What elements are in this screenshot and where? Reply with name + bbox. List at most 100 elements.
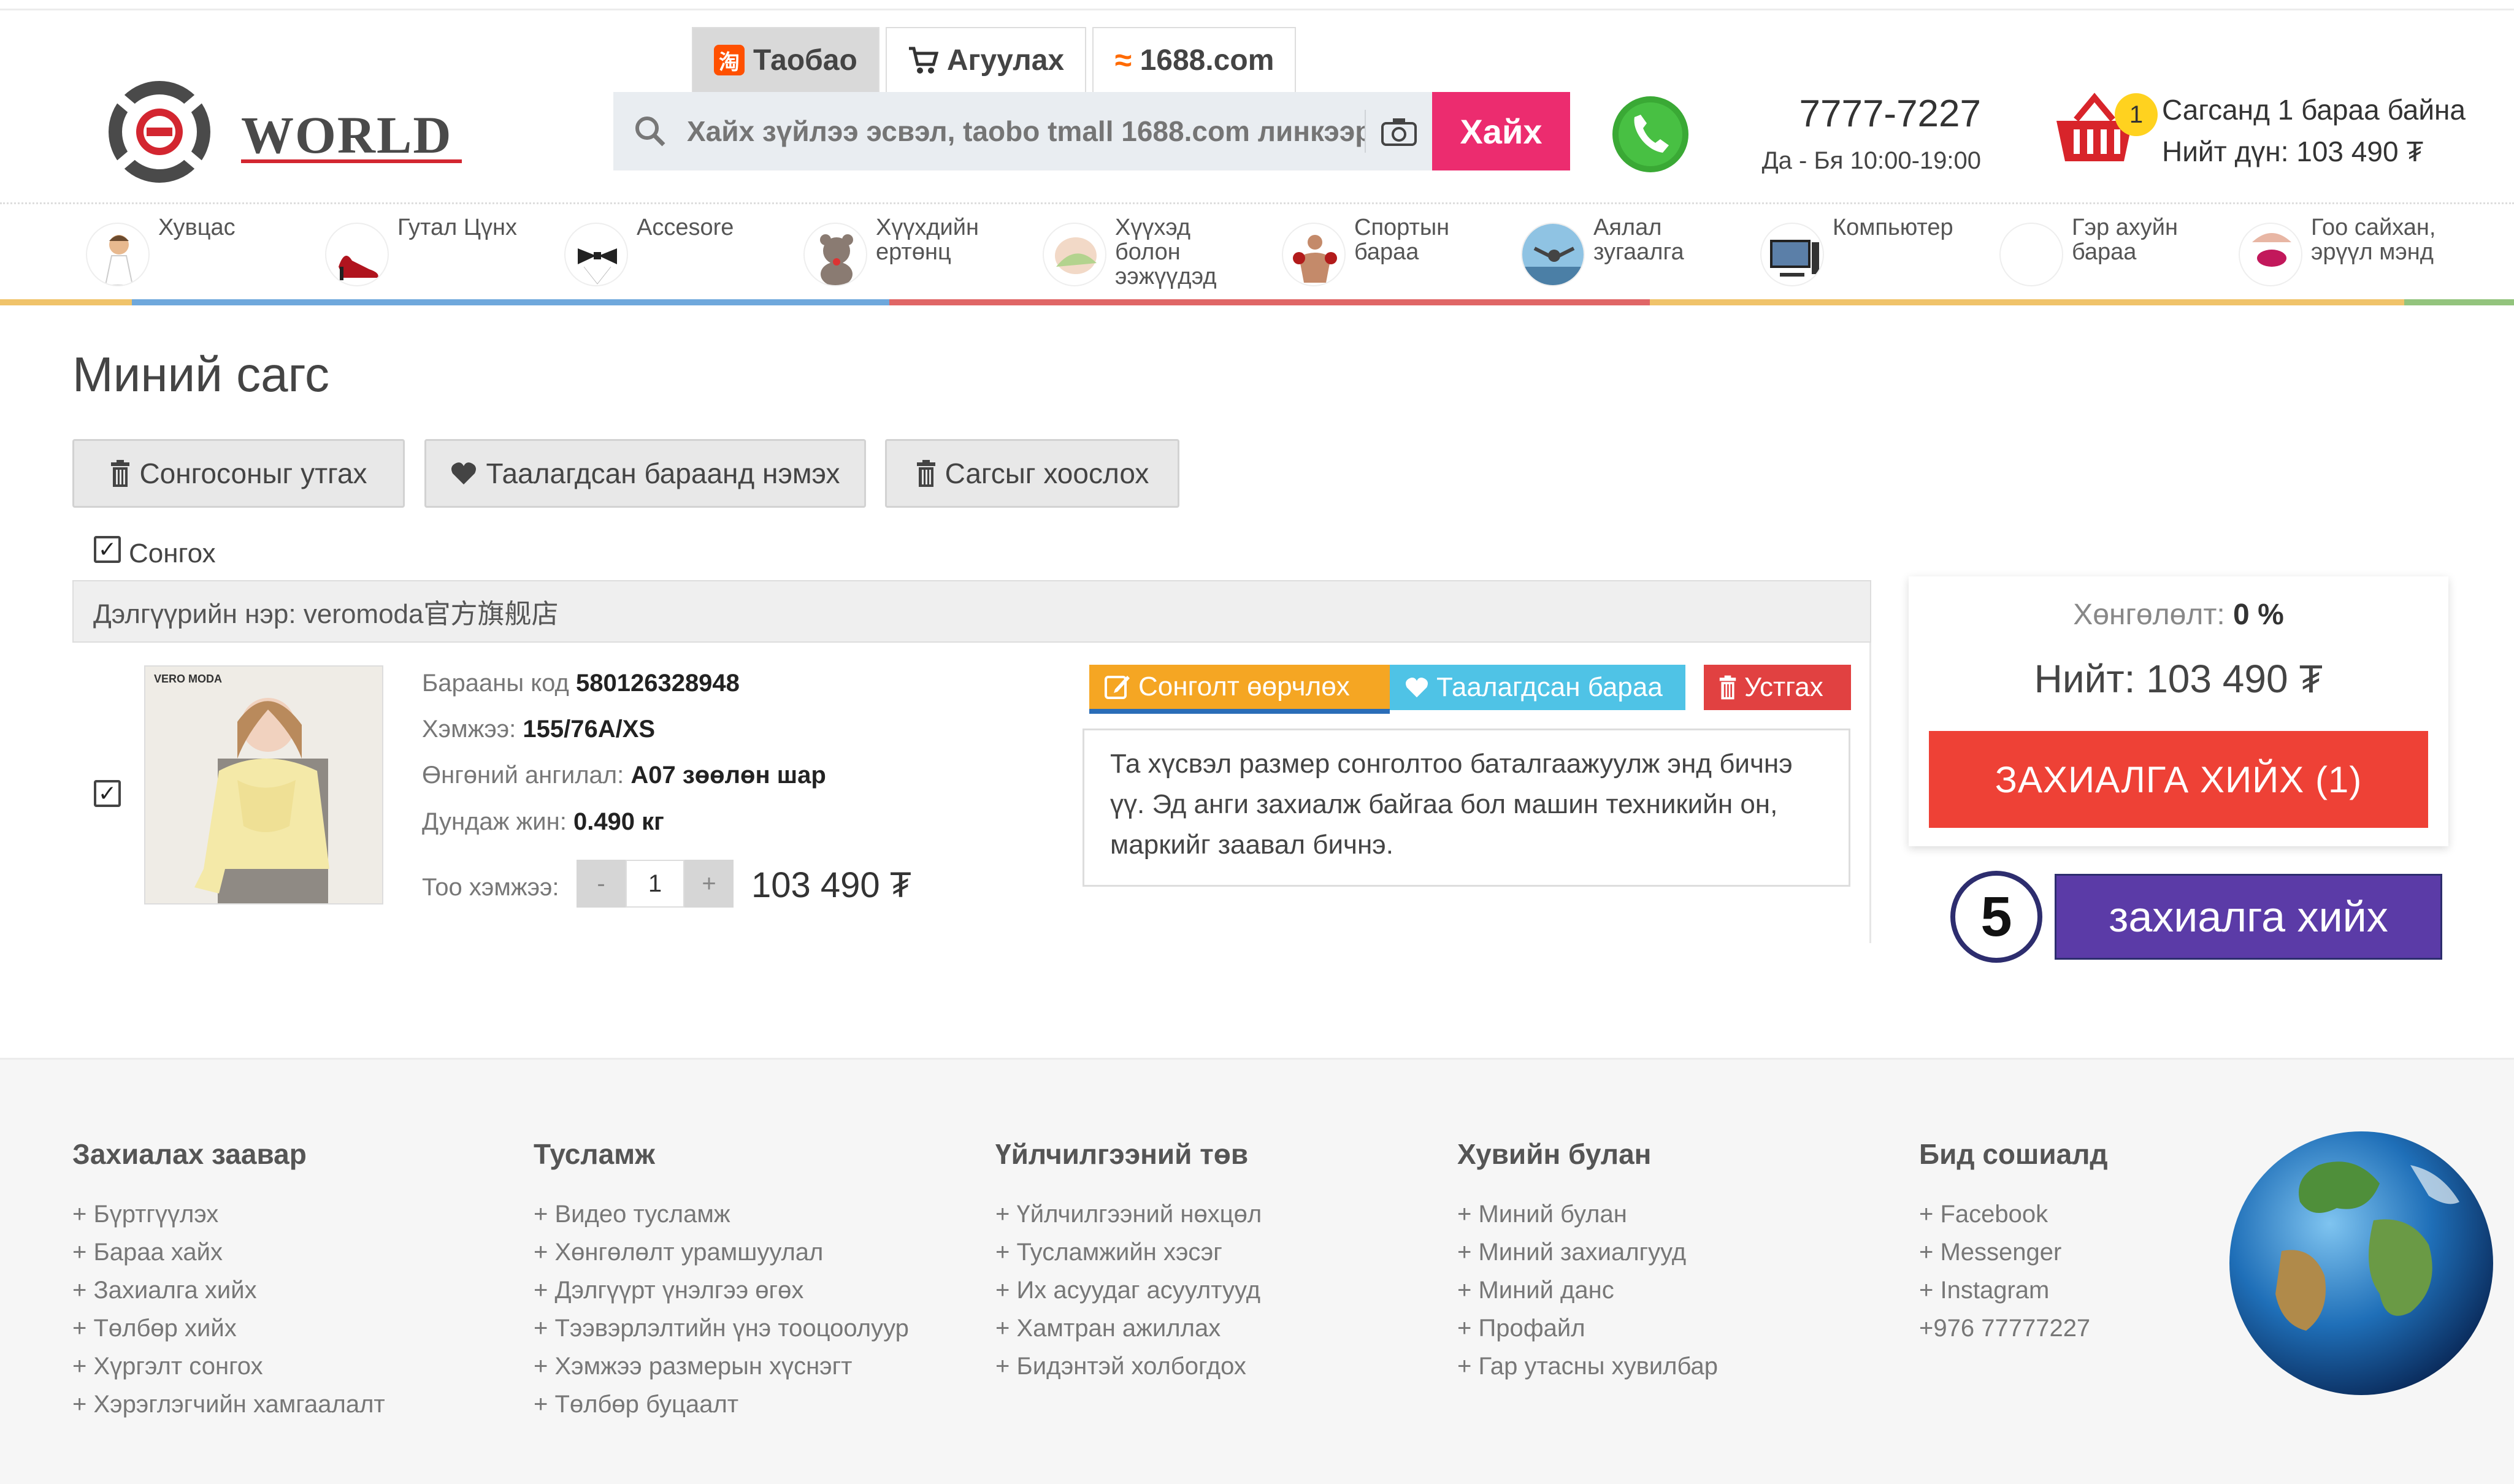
- footer-heading: Захиалах заавар: [72, 1138, 307, 1170]
- footer-link[interactable]: + Хүргэлт сонгох: [72, 1347, 385, 1385]
- category-shoes-bags[interactable]: Гутал Цүнх: [325, 204, 564, 302]
- site-logo[interactable]: WORLD: [95, 80, 469, 184]
- footer-link[interactable]: + Видео тусламж: [534, 1195, 909, 1233]
- footer-link[interactable]: + Бидэнтэй холбогдох: [995, 1347, 1262, 1385]
- place-order-button[interactable]: ЗАХИАЛГА ХИЙХ (1): [1929, 731, 2428, 828]
- category-label: Гоо сайхан, эрүүл мэнд: [2311, 215, 2436, 265]
- add-to-favorites-button[interactable]: Таалагдсан бараанд нэмэх: [424, 439, 866, 508]
- remove-item-button[interactable]: Устгах: [1704, 665, 1851, 710]
- tab-warehouse-label: Агуулах: [946, 44, 1065, 77]
- step-number-badge: 5: [1950, 871, 2042, 963]
- tab-taobao[interactable]: 淘 Таобао: [692, 27, 880, 92]
- footer-column-help: Тусламж + Видео тусламж + Хөнгөлөлт урам…: [534, 1138, 909, 1423]
- favorite-item-button[interactable]: Таалагдсан бараа: [1390, 665, 1685, 710]
- search-input[interactable]: [687, 92, 1365, 170]
- tab-1688-label: 1688.com: [1140, 44, 1274, 77]
- shop-name-header: Дэлгүүрийн нэр: veromoda官方旗舰店: [72, 580, 1871, 643]
- footer-link[interactable]: + Хэрэглэгчийн хамгаалалт: [72, 1385, 385, 1423]
- alibaba-icon: ≈: [1114, 43, 1132, 77]
- product-size: Хэмжээ: 155/76A/XS: [422, 716, 656, 743]
- cart-item-count[interactable]: Сагсанд 1 бараа байна: [2162, 93, 2466, 126]
- page-title: Миний сагс: [72, 347, 330, 402]
- product-brand-label: VERO MODA: [154, 673, 223, 685]
- category-bar: Хувцас Гутал Цүнх Accesore Хүүхдийн ертө…: [0, 202, 2514, 300]
- footer-link[interactable]: + Профайл: [1457, 1309, 1718, 1347]
- quantity-increase-button[interactable]: +: [684, 860, 734, 908]
- cart-count-badge: 1: [2115, 93, 2158, 136]
- footer-heading: Хувийн булан: [1457, 1138, 1652, 1170]
- category-travel[interactable]: Аялал зугаалга: [1521, 204, 1760, 302]
- quantity-stepper: - +: [577, 860, 734, 908]
- footer-column-personal: Хувийн булан + Миний булан + Миний захиа…: [1457, 1138, 1718, 1385]
- delete-selected-button[interactable]: Сонгосоныг утгах: [72, 439, 405, 508]
- footer-heading: Үйлчилгээний төв: [995, 1138, 1249, 1170]
- trash-icon: [1719, 675, 1736, 700]
- product-image[interactable]: VERO MODA: [144, 665, 383, 905]
- category-kids-world[interactable]: Хүүхдийн ертөнц: [803, 204, 1043, 302]
- footer-link[interactable]: + Захиалга хийх: [72, 1271, 385, 1309]
- category-sports[interactable]: Спортын бараа: [1282, 204, 1521, 302]
- category-kids-mothers[interactable]: Хүүхэд болон ээжүүдэд: [1043, 204, 1282, 302]
- select-all-checkbox[interactable]: ✓: [94, 536, 121, 563]
- footer-link[interactable]: + Facebook: [1919, 1195, 2108, 1233]
- footer-link[interactable]: + Их асуудаг асуултууд: [995, 1271, 1262, 1309]
- footer-link[interactable]: + Миний данс: [1457, 1271, 1718, 1309]
- footer-link[interactable]: + Хамтран ажиллах: [995, 1309, 1262, 1347]
- category-accessories[interactable]: Accesore: [564, 204, 803, 302]
- cart-total: Нийт дүн: 103 490 ₮: [2162, 136, 2424, 167]
- category-label: Аялал зугаалга: [1593, 215, 1684, 265]
- footer-link[interactable]: + Миний захиалгууд: [1457, 1233, 1718, 1271]
- edit-options-button[interactable]: Сонголт өөрчлөх: [1089, 665, 1390, 714]
- footer-link[interactable]: + Гар утасны хувилбар: [1457, 1347, 1718, 1385]
- step-instruction-label: захиалга хийх: [2055, 874, 2442, 960]
- product-weight: Дундаж жин: 0.490 кг: [422, 808, 664, 835]
- category-label: Хүүхэд болон ээжүүдэд: [1115, 215, 1217, 289]
- category-label: Хүүхдийн ертөнц: [876, 215, 979, 265]
- quantity-input[interactable]: [626, 860, 684, 908]
- footer-link[interactable]: + Төлбөр буцаалт: [534, 1385, 909, 1423]
- item-note-textarea[interactable]: Та хүсвэл размер сонголтоо баталгаажуулж…: [1083, 729, 1850, 887]
- quantity-label: Тоо хэмжээ:: [422, 874, 559, 901]
- trash-icon: [916, 460, 935, 487]
- footer-link[interactable]: + Тусламжийн хэсэг: [995, 1233, 1262, 1271]
- category-label: Компьютер: [1833, 215, 1953, 240]
- category-household-icon: [1999, 223, 2063, 286]
- quantity-decrease-button[interactable]: -: [577, 860, 626, 908]
- footer-link[interactable]: + Хөнгөлөлт урамшуулал: [534, 1233, 909, 1271]
- footer-link[interactable]: + Бараа хайх: [72, 1233, 385, 1271]
- camera-icon[interactable]: [1365, 110, 1432, 153]
- order-total: Нийт: 103 490 ₮: [2034, 657, 2323, 701]
- footer-link[interactable]: + Тээвэрлэлтийн үнэ тооцоолуур: [534, 1309, 909, 1347]
- category-computer[interactable]: Компьютер: [1760, 204, 1999, 302]
- category-computer-icon: [1760, 223, 1824, 286]
- trash-icon: [111, 460, 130, 487]
- tab-warehouse[interactable]: Агуулах: [885, 27, 1087, 92]
- footer-heading: Тусламж: [534, 1138, 655, 1170]
- category-label: Гутал Цүнх: [397, 215, 517, 240]
- footer-link[interactable]: + Дэлгүүрт үнэлгээ өгөх: [534, 1271, 909, 1309]
- phone-hours: Да - Бя 10:00-19:00: [1761, 147, 1981, 174]
- logo-text: WORLD: [241, 105, 453, 164]
- tab-1688[interactable]: ≈ 1688.com: [1092, 27, 1297, 92]
- footer-link[interactable]: + Instagram: [1919, 1271, 2108, 1309]
- category-clothes[interactable]: Хувцас: [86, 204, 325, 302]
- globe-icon: [2229, 1131, 2493, 1395]
- item-checkbox[interactable]: ✓: [94, 780, 121, 807]
- footer-link[interactable]: + Хэмжээ размерын хүснэгт: [534, 1347, 909, 1385]
- search-button[interactable]: Хайх: [1432, 92, 1570, 170]
- footer-link[interactable]: + Төлбөр хийх: [72, 1309, 385, 1347]
- add-to-favorites-label: Таалагдсан бараанд нэмэх: [486, 457, 840, 489]
- footer-link[interactable]: + Messenger: [1919, 1233, 2108, 1271]
- footer-link[interactable]: + Миний булан: [1457, 1195, 1718, 1233]
- taobao-icon: 淘: [714, 45, 745, 75]
- select-all-label: Сонгох: [129, 538, 216, 568]
- favorite-item-label: Таалагдсан бараа: [1436, 672, 1663, 702]
- category-household[interactable]: Гэр ахуйн бараа: [1999, 204, 2239, 302]
- heart-icon: [1406, 677, 1428, 698]
- category-beauty-health[interactable]: Гоо сайхан, эрүүл мэнд: [2239, 204, 2478, 302]
- footer-link[interactable]: + Бүртгүүлэх: [72, 1195, 385, 1233]
- phone-number: 7777-7227: [1799, 93, 1982, 135]
- footer-link[interactable]: +976 77777227: [1919, 1309, 2108, 1347]
- footer-link[interactable]: + Үйлчилгээний нөхцөл: [995, 1195, 1262, 1233]
- clear-cart-button[interactable]: Сагсыг хоослох: [885, 439, 1179, 508]
